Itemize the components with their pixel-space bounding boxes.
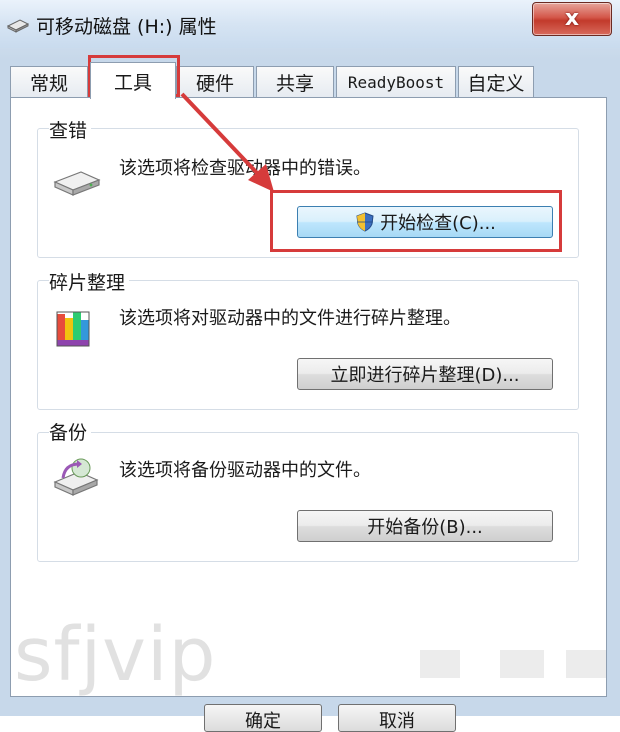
defrag-icon — [56, 311, 90, 347]
defrag-now-button[interactable]: 立即进行碎片整理(D)... — [297, 358, 553, 390]
tools-panel: 查错 该选项将检查驱动器中的错误。 开始检查(C)... 碎片整理 该选项将对驱… — [10, 97, 607, 697]
window-title: 可移动磁盘 (H:) 属性 — [36, 16, 217, 38]
start-check-highlight — [270, 190, 562, 252]
tab-sharing[interactable]: 共享 — [256, 66, 334, 97]
tab-hardware[interactable]: 硬件 — [176, 66, 254, 97]
close-icon: x — [564, 6, 580, 31]
tab-readyboost[interactable]: ReadyBoost — [336, 66, 456, 97]
backup-description: 该选项将备份驱动器中的文件。 — [119, 460, 371, 481]
title-bar[interactable]: 可移动磁盘 (H:) 属性 x — [0, 0, 620, 48]
tab-general[interactable]: 常规 — [10, 66, 88, 97]
ok-button[interactable]: 确定 — [204, 704, 322, 732]
backup-icon — [53, 458, 99, 496]
properties-window: 可移动磁盘 (H:) 属性 x 常规 工具 硬件 共享 ReadyBoost 自… — [0, 0, 620, 732]
defrag-group — [37, 280, 579, 410]
blurred-mark — [500, 650, 544, 678]
cancel-button[interactable]: 取消 — [338, 704, 456, 732]
blurred-mark — [420, 650, 460, 678]
defrag-now-label: 立即进行碎片整理(D)... — [330, 365, 520, 386]
backup-group — [37, 432, 579, 562]
defrag-title: 碎片整理 — [49, 268, 130, 295]
defrag-description: 该选项将对驱动器中的文件进行碎片整理。 — [119, 308, 461, 329]
blurred-mark — [566, 650, 606, 678]
error-check-title: 查错 — [49, 116, 92, 143]
error-check-description: 该选项将检查驱动器中的错误。 — [119, 158, 371, 179]
close-button[interactable]: x — [532, 2, 612, 36]
drive-icon — [53, 171, 101, 196]
start-backup-button[interactable]: 开始备份(B)... — [297, 510, 553, 542]
drive-icon — [6, 19, 30, 33]
backup-title: 备份 — [49, 418, 92, 445]
watermark-text: sfjvip — [14, 612, 217, 698]
tab-tools[interactable]: 工具 — [90, 62, 176, 99]
start-backup-label: 开始备份(B)... — [367, 517, 483, 538]
tab-customize[interactable]: 自定义 — [458, 66, 534, 97]
